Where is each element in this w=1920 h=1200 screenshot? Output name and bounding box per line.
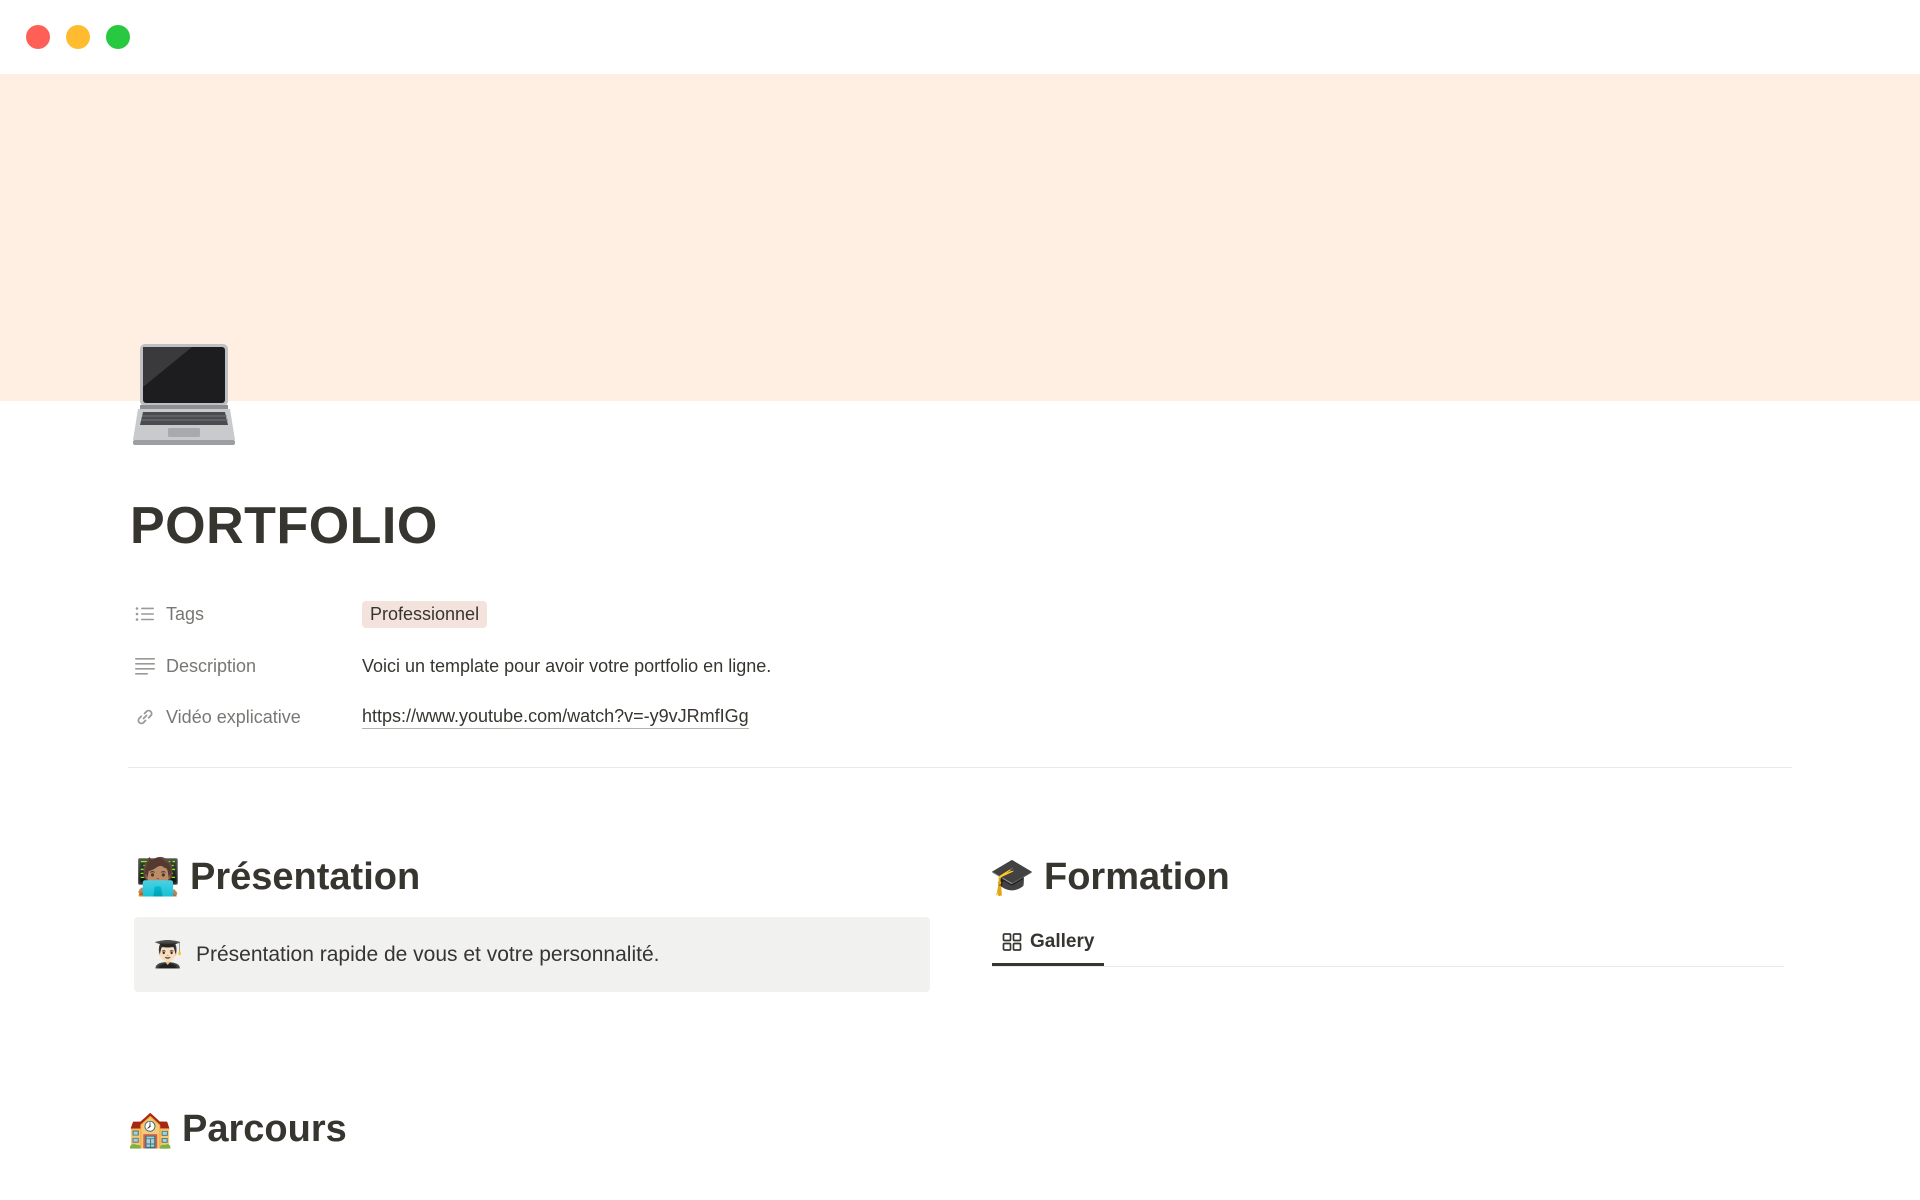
properties-divider xyxy=(128,767,1792,768)
property-value-description[interactable]: Voici un template pour avoir votre portf… xyxy=(362,656,771,677)
presentation-callout[interactable]: 👨🏻‍🎓 Présentation rapide de vous et votr… xyxy=(134,917,930,992)
heading-presentation-text: Présentation xyxy=(190,856,421,898)
graduation-cap-icon: 🎓 xyxy=(989,856,1035,897)
property-row-description[interactable]: Description Voici un template pour avoir… xyxy=(134,648,1774,684)
tab-gallery-label: Gallery xyxy=(1030,930,1095,952)
heading-parcours[interactable]: 🏫 Parcours xyxy=(128,1110,347,1148)
school-icon: 🏫 xyxy=(127,1108,173,1149)
heading-parcours-text: Parcours xyxy=(182,1108,347,1150)
heading-formation-text: Formation xyxy=(1044,856,1230,898)
tag-badge[interactable]: Professionnel xyxy=(362,600,488,628)
property-value-video[interactable]: https://www.youtube.com/watch?v=-y9vJRmf… xyxy=(362,706,749,729)
heading-presentation[interactable]: 🧑🏽‍💻 Présentation xyxy=(135,856,421,898)
video-link[interactable]: https://www.youtube.com/watch?v=-y9vJRmf… xyxy=(362,706,749,729)
student-icon[interactable]: 👨🏻‍🎓 xyxy=(152,939,184,970)
link-icon xyxy=(134,706,156,728)
callout-text[interactable]: Présentation rapide de vous et votre per… xyxy=(196,943,659,967)
maximize-window-button[interactable] xyxy=(106,25,130,49)
tab-gallery[interactable]: Gallery xyxy=(992,920,1104,966)
technologist-icon: 🧑🏽‍💻 xyxy=(135,856,181,897)
page-cover[interactable] xyxy=(0,74,1920,401)
gallery-grid-icon xyxy=(1002,931,1022,953)
property-value-tags[interactable]: Professionnel xyxy=(362,600,488,628)
property-label: Description xyxy=(166,655,257,676)
minimize-window-button[interactable] xyxy=(66,25,90,49)
property-key-tags[interactable]: Tags xyxy=(134,603,362,625)
property-key-description[interactable]: Description xyxy=(134,655,362,677)
property-row-tags[interactable]: Tags Professionnel xyxy=(134,596,1774,632)
property-row-video[interactable]: Vidéo explicative https://www.youtube.co… xyxy=(134,699,1774,735)
property-label: Vidéo explicative xyxy=(166,706,301,727)
heading-formation[interactable]: 🎓 Formation xyxy=(990,858,1230,896)
close-window-button[interactable] xyxy=(26,25,50,49)
laptop-icon[interactable] xyxy=(132,342,236,450)
page-title[interactable]: PORTFOLIO xyxy=(130,500,438,552)
database-view-tabs: Gallery xyxy=(992,920,1784,967)
window-titlebar xyxy=(0,0,1920,74)
text-lines-icon xyxy=(134,655,156,677)
list-icon xyxy=(134,603,156,625)
property-key-video[interactable]: Vidéo explicative xyxy=(134,706,362,728)
property-label: Tags xyxy=(166,603,205,624)
